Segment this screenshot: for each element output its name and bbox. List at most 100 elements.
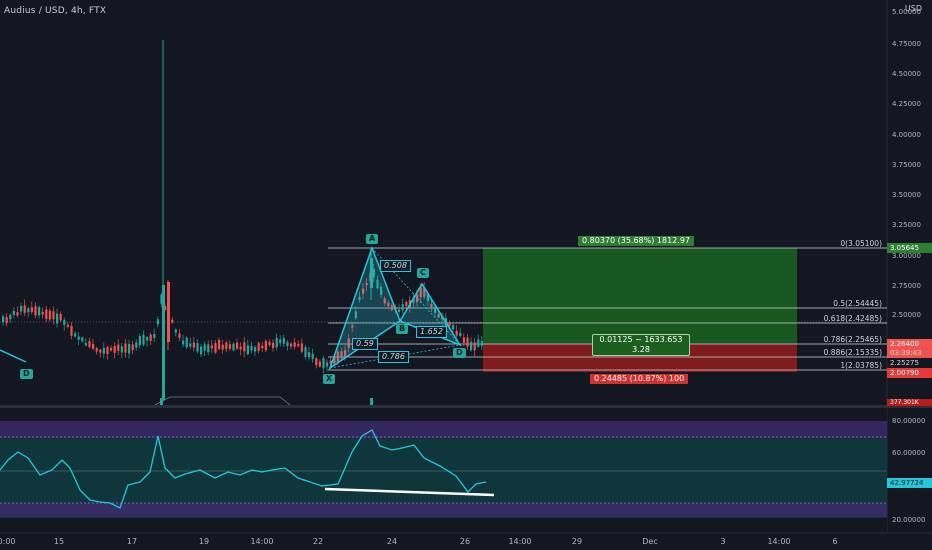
price-label: 4.00000 xyxy=(892,131,921,139)
candle xyxy=(59,313,62,321)
fib-label-0.5: 0.5(2.54445) xyxy=(833,299,882,308)
candle xyxy=(9,314,12,320)
pattern-point-b[interactable]: B xyxy=(396,324,409,334)
candle xyxy=(92,343,95,349)
time-label: 17 xyxy=(126,537,138,546)
candle xyxy=(318,361,321,367)
pane-divider[interactable] xyxy=(0,405,932,408)
position-mid-box: 0.01125 ~ 1633.653 3.28 xyxy=(592,334,690,356)
candle xyxy=(315,358,318,366)
candle xyxy=(459,332,462,337)
candle xyxy=(200,346,203,355)
candle xyxy=(268,341,271,346)
position-profit-label: 0.80370 (35.68%) 1812.97 xyxy=(578,236,694,246)
price-label: 2.50000 xyxy=(892,311,921,319)
pattern-point-x[interactable]: X xyxy=(323,374,336,384)
pattern-point-c[interactable]: C xyxy=(417,268,429,278)
candle xyxy=(27,308,30,313)
candle xyxy=(225,342,228,349)
candle xyxy=(214,343,217,353)
price-label: 5.00000 xyxy=(892,8,921,16)
fib-label-0: 0(3.05100) xyxy=(840,239,882,248)
candle xyxy=(322,358,325,368)
time-label: 6 xyxy=(832,537,838,546)
candle xyxy=(254,347,257,352)
candle xyxy=(138,336,141,346)
time-label: 3 xyxy=(720,537,726,546)
candle xyxy=(221,344,224,350)
candle xyxy=(56,313,59,324)
candle xyxy=(203,344,206,351)
candle xyxy=(189,343,192,347)
level-price-tag: 2.25275 xyxy=(890,359,919,367)
candle xyxy=(74,333,77,337)
candle xyxy=(293,342,296,347)
candle xyxy=(470,341,473,351)
candle xyxy=(12,311,15,315)
bar-countdown-tag: 03:39:43 xyxy=(887,348,932,358)
oscillator-label: 60.00000 xyxy=(892,449,926,457)
candle xyxy=(290,343,293,347)
candle xyxy=(264,340,267,351)
time-label: Dec xyxy=(642,537,658,546)
candle xyxy=(246,345,249,355)
fib-label-0.618: 0.618(2.42485) xyxy=(823,314,882,323)
symbol-title[interactable]: Audius / USD, 4h, FTX xyxy=(4,6,106,16)
candle xyxy=(326,362,329,367)
pattern-point-a[interactable]: A xyxy=(366,234,379,244)
price-chart[interactable] xyxy=(0,0,932,550)
candle xyxy=(462,337,465,343)
candle xyxy=(142,334,145,345)
candle xyxy=(473,342,476,351)
price-label: 3.50000 xyxy=(892,191,921,199)
candle xyxy=(167,282,170,342)
stop-price-tag: 2.00790 xyxy=(887,368,932,378)
oscillator-overbought-band xyxy=(0,421,887,438)
candle xyxy=(99,349,102,353)
candle xyxy=(110,347,113,351)
candle xyxy=(210,345,213,349)
candle xyxy=(174,329,177,333)
candle xyxy=(304,347,307,357)
candle xyxy=(401,304,404,311)
time-label: 19 xyxy=(198,537,210,546)
candle xyxy=(232,343,235,351)
position-profit-zone[interactable] xyxy=(483,248,797,344)
candle xyxy=(34,306,37,316)
candle xyxy=(77,336,80,340)
candle xyxy=(192,342,195,348)
candle xyxy=(131,344,134,351)
candle xyxy=(84,343,87,346)
candle xyxy=(106,346,109,354)
oscillator-label: 80.00000 xyxy=(892,417,926,425)
candle xyxy=(300,343,303,352)
candle xyxy=(311,353,314,359)
candle xyxy=(146,337,149,341)
fib-label-0.786: 0.786(2.25465) xyxy=(823,335,882,344)
price-label: 2.75000 xyxy=(892,282,921,290)
candle xyxy=(297,344,300,347)
candle xyxy=(218,339,221,350)
price-label: 4.75000 xyxy=(892,40,921,48)
candle xyxy=(207,344,210,353)
candle xyxy=(63,319,66,326)
candle xyxy=(286,342,289,346)
time-label: 26 xyxy=(459,537,471,546)
prior-pattern-point-d[interactable]: D xyxy=(20,369,33,379)
candle xyxy=(178,333,181,338)
candle xyxy=(38,307,41,316)
candle xyxy=(272,342,275,349)
candle xyxy=(480,341,483,346)
candle xyxy=(95,348,98,352)
pattern-point-d[interactable]: D xyxy=(453,348,466,358)
candle xyxy=(23,305,26,313)
candle xyxy=(41,311,44,315)
candle xyxy=(308,352,311,358)
candle xyxy=(124,343,127,353)
candle xyxy=(250,345,253,351)
candle xyxy=(196,343,199,352)
time-label: 29 xyxy=(571,537,583,546)
fib-label-1: 1(2.03785) xyxy=(840,361,882,370)
candle xyxy=(45,309,48,320)
candle xyxy=(113,345,116,353)
